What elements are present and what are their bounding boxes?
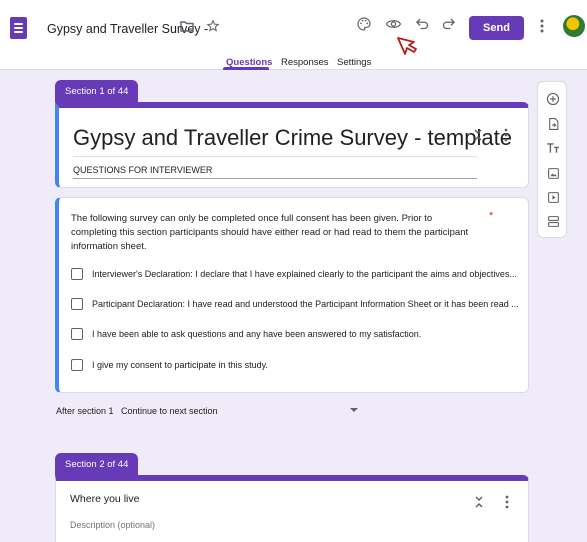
star-icon[interactable] (206, 19, 220, 33)
collapse-section-icon[interactable] (474, 495, 484, 509)
active-tab-indicator (223, 67, 269, 70)
undo-icon[interactable] (415, 16, 430, 31)
preview-eye-icon[interactable] (385, 16, 402, 32)
palette-icon[interactable] (356, 16, 372, 32)
add-video-icon[interactable] (545, 189, 561, 205)
section-more-icon[interactable] (503, 128, 509, 142)
section-1-tag: Section 1 of 44 (55, 80, 139, 102)
required-asterisk: * (489, 210, 494, 222)
description-underline (73, 178, 477, 179)
send-button[interactable]: Send (469, 16, 524, 40)
forms-logo-icon[interactable] (10, 17, 27, 39)
tab-settings[interactable]: Settings (337, 57, 371, 68)
folder-icon[interactable] (180, 20, 194, 32)
checkbox[interactable] (71, 268, 83, 280)
form-title-card[interactable]: Gypsy and Traveller Crime Survey - templ… (55, 102, 529, 188)
form-description[interactable]: QUESTIONS FOR INTERVIEWER (73, 165, 212, 175)
section-2-description[interactable]: Description (optional) (70, 520, 155, 530)
option-label: Participant Declaration: I have read and… (92, 299, 519, 309)
option-label: Interviewer's Declaration: I declare tha… (92, 269, 517, 279)
option-label: I give my consent to participate in this… (92, 360, 268, 370)
add-question-icon[interactable] (545, 91, 561, 107)
checkbox-option[interactable]: Participant Declaration: I have read and… (71, 297, 537, 311)
top-bar: Gypsy and Traveller Survey - Send Questi… (0, 0, 587, 70)
checkbox[interactable] (71, 298, 83, 310)
section-2-tag: Section 2 of 44 (55, 453, 139, 475)
checkbox-option[interactable]: I give my consent to participate in this… (71, 358, 537, 372)
option-label: I have been able to ask questions and an… (92, 329, 422, 339)
checkbox[interactable] (71, 328, 83, 340)
redo-icon[interactable] (441, 16, 456, 31)
section-2-card[interactable]: Where you live Description (optional) (55, 475, 529, 542)
tab-responses[interactable]: Responses (281, 57, 329, 68)
checkbox-option[interactable]: I have been able to ask questions and an… (71, 327, 537, 341)
section-more-icon[interactable] (504, 495, 510, 509)
dropdown-arrow-icon[interactable] (350, 408, 358, 412)
more-vert-icon[interactable] (539, 19, 545, 33)
question-text[interactable]: The following survey can only be complet… (71, 212, 476, 254)
form-title[interactable]: Gypsy and Traveller Crime Survey - templ… (73, 125, 512, 151)
floating-toolbar (537, 81, 567, 238)
add-section-icon[interactable] (545, 213, 561, 229)
checkbox[interactable] (71, 359, 83, 371)
import-questions-icon[interactable] (545, 116, 561, 132)
add-image-icon[interactable] (545, 165, 561, 181)
section-2-title[interactable]: Where you live (70, 493, 139, 505)
after-section-label: After section 1 (56, 406, 114, 416)
avatar[interactable] (563, 15, 585, 37)
checkbox-option[interactable]: Interviewer's Declaration: I declare tha… (71, 267, 537, 281)
add-title-icon[interactable] (545, 140, 561, 156)
collapse-section-icon[interactable] (473, 128, 483, 142)
consent-question-card[interactable]: The following survey can only be complet… (55, 197, 529, 393)
title-underline (73, 156, 477, 157)
tab-bar: Questions Responses Settings (0, 57, 587, 70)
mouse-cursor-icon (397, 37, 417, 55)
after-section-select[interactable]: Continue to next section (121, 406, 218, 416)
